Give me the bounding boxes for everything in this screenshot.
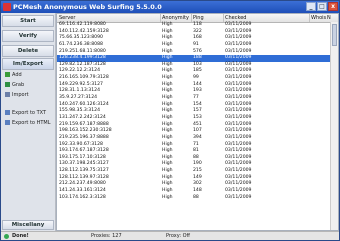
grab-icon — [5, 82, 10, 87]
table-row[interactable]: 155.98.35.3:3124 High 157 03/11/2009 — [57, 108, 338, 115]
add-icon — [5, 72, 10, 77]
nav-verify[interactable]: Verify — [2, 30, 54, 42]
export-txt-action[interactable]: Export to TXT — [5, 109, 46, 117]
import-icon — [5, 92, 10, 97]
proxy-table: Server Anonymity Ping Checked Whois N 69… — [56, 13, 339, 231]
status-proxies: Proxies: 127 — [91, 233, 122, 239]
col-server[interactable]: Server — [59, 14, 75, 22]
col-whois[interactable]: Whois — [311, 14, 326, 22]
app-window: PCMesh Anonymous Web Surfing 5.5.0.0 _ □… — [0, 0, 340, 241]
vertical-scrollbar[interactable] — [330, 22, 338, 230]
scrollbar-thumb[interactable] — [332, 24, 337, 46]
table-row[interactable]: 131.247.2.242:3124 High 153 03/11/2009 — [57, 115, 338, 122]
anonymity-cell: High — [162, 194, 173, 200]
app-icon — [3, 3, 11, 11]
status-bar: Done! Proxies: 127 Proxy: Off — [1, 231, 339, 240]
nav-delete[interactable]: Delete — [2, 45, 54, 57]
export-html-action[interactable]: Export to HTML — [5, 119, 50, 127]
table-row[interactable]: 198.163.152.230:3128 High 107 03/11/2009 — [57, 128, 338, 135]
import-action[interactable]: Import — [5, 91, 29, 99]
export-html-icon — [5, 120, 10, 125]
table-row[interactable]: 128.112.139.75:3127 High 215 03/11/2009 — [57, 168, 338, 175]
title-bar: PCMesh Anonymous Web Surfing 5.5.0.0 _ □… — [1, 1, 339, 13]
status-proxy: Proxy: Off — [166, 233, 190, 239]
add-action[interactable]: Add — [5, 71, 22, 79]
grab-action[interactable]: Grab — [5, 81, 24, 89]
miscellany-button[interactable]: Miscellany — [2, 220, 54, 230]
table-row[interactable]: 61.74.236.38:8088 High 91 03/11/2009 — [57, 42, 338, 49]
table-row[interactable]: 35.9.27.27:3124 High 77 03/11/2009 — [57, 95, 338, 102]
table-row[interactable]: 141.24.33.161:3124 High 148 03/11/2009 — [57, 188, 338, 195]
table-row[interactable]: 219.235.196.37:8888 High 394 03/11/2009 — [57, 135, 338, 142]
col-ping[interactable]: Ping — [193, 14, 204, 22]
col-anonymity[interactable]: Anonymity — [162, 14, 189, 22]
server-cell: 103.174.162.3:3128 — [59, 194, 106, 200]
table-row[interactable]: 128.238.4.199:3128 High 188 03/11/2009 — [57, 55, 338, 62]
maximize-button[interactable]: □ — [317, 2, 327, 11]
table-body: 69.116.42.119:8080 High 118 03/11/2009 140.1… — [57, 22, 338, 202]
table-row[interactable]: 193.174.67.187:3128 High 81 03/11/2009 — [57, 148, 338, 155]
table-row[interactable]: 75.66.35.123:8090 High 168 03/11/2009 — [57, 35, 338, 42]
close-button[interactable]: x — [328, 2, 338, 11]
window-title: PCMesh Anonymous Web Surfing 5.5.0.0 — [13, 3, 162, 11]
sidebar: Start Verify Delete Im/Export Add Grab I… — [1, 13, 56, 231]
checked-cell: 03/11/2009 — [225, 194, 252, 200]
nav-start[interactable]: Start — [2, 15, 54, 27]
col-n[interactable]: N — [327, 14, 331, 22]
status-state: Done! — [12, 233, 29, 239]
col-checked[interactable]: Checked — [225, 14, 246, 22]
table-row[interactable]: 69.116.42.119:8080 High 118 03/11/2009 — [57, 22, 338, 29]
nav-im-export[interactable]: Im/Export — [2, 58, 54, 70]
table-row[interactable]: 103.174.162.3:3128 High 88 03/11/2009 — [57, 194, 338, 202]
ping-cell: 88 — [193, 194, 199, 200]
minimize-button[interactable]: _ — [306, 2, 316, 11]
status-ok-icon — [4, 234, 9, 239]
table-row[interactable]: 216.165.109.79:3128 High 99 03/11/2009 — [57, 75, 338, 82]
export-txt-icon — [5, 110, 10, 115]
